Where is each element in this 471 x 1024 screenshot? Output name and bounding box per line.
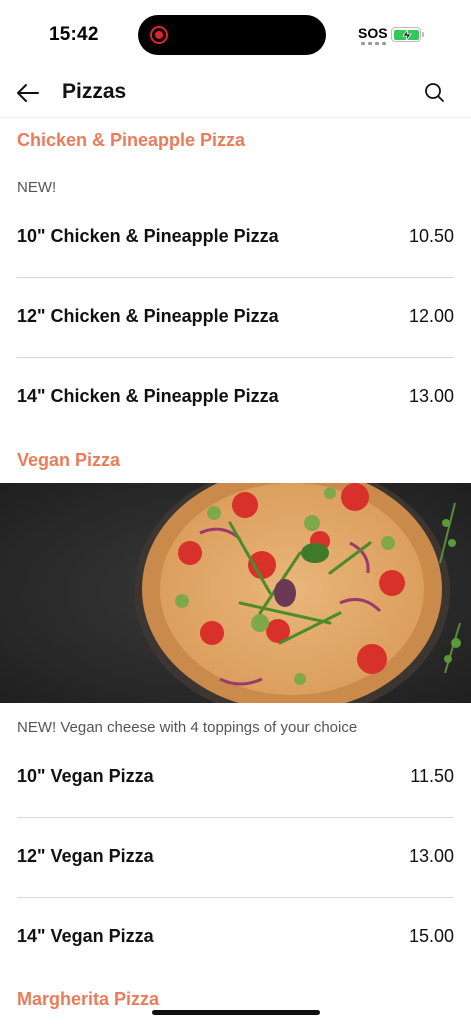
menu-item-name: 14" Chicken & Pineapple Pizza	[17, 386, 279, 406]
menu-item[interactable]: 10" Vegan Pizza 11.50	[17, 738, 454, 818]
page-title: Pizzas	[62, 80, 127, 103]
menu-item-name: 12" Vegan Pizza	[17, 846, 154, 866]
menu-item-name: 12" Chicken & Pineapple Pizza	[17, 306, 279, 326]
search-icon	[425, 83, 444, 102]
menu-item-name: 10" Chicken & Pineapple Pizza	[17, 226, 279, 246]
menu-item[interactable]: 12" Vegan Pizza 13.00	[17, 818, 454, 898]
back-button[interactable]	[14, 80, 42, 106]
menu-item-price: 10.50	[408, 226, 454, 246]
section-title-margherita: Margherita Pizza	[17, 989, 160, 1009]
menu-item-name: 10" Vegan Pizza	[17, 766, 154, 786]
menu-item[interactable]: 14" Vegan Pizza 15.00	[17, 898, 454, 978]
menu-item[interactable]: 10" Chicken & Pineapple Pizza 10.50	[17, 198, 454, 278]
section-title-chicken-pineapple: Chicken & Pineapple Pizza	[17, 130, 246, 150]
sos-label: SOS	[358, 25, 388, 41]
pizza-photo-icon	[0, 483, 471, 703]
signal-dots-icon	[361, 42, 386, 45]
section-description: NEW!	[17, 179, 57, 196]
battery-cap	[422, 32, 424, 37]
menu-item-price: 12.00	[408, 306, 454, 326]
recording-icon	[150, 26, 168, 44]
menu-item[interactable]: 14" Chicken & Pineapple Pizza 13.00	[17, 358, 454, 438]
search-button[interactable]	[422, 80, 448, 106]
menu-item-price: 13.00	[408, 386, 454, 406]
menu-item-price: 15.00	[408, 926, 454, 946]
section-title-vegan: Vegan Pizza	[17, 450, 121, 470]
app-header: Pizzas	[0, 68, 471, 118]
vegan-pizza-image	[0, 483, 471, 703]
arrow-left-icon	[17, 84, 39, 102]
menu-item[interactable]: 12" Chicken & Pineapple Pizza 12.00	[17, 278, 454, 358]
dynamic-island	[138, 15, 326, 55]
menu-item-price: 13.00	[408, 846, 454, 866]
home-indicator[interactable]	[152, 1010, 320, 1015]
status-time: 15:42	[49, 24, 99, 45]
status-bar: 15:42 SOS	[0, 0, 471, 68]
charging-bolt-icon	[401, 28, 412, 41]
section-description: NEW! Vegan cheese with 4 toppings of you…	[17, 719, 358, 736]
menu-item-price: 11.50	[410, 766, 454, 786]
menu-item-name: 14" Vegan Pizza	[17, 926, 154, 946]
battery-icon	[391, 27, 421, 42]
